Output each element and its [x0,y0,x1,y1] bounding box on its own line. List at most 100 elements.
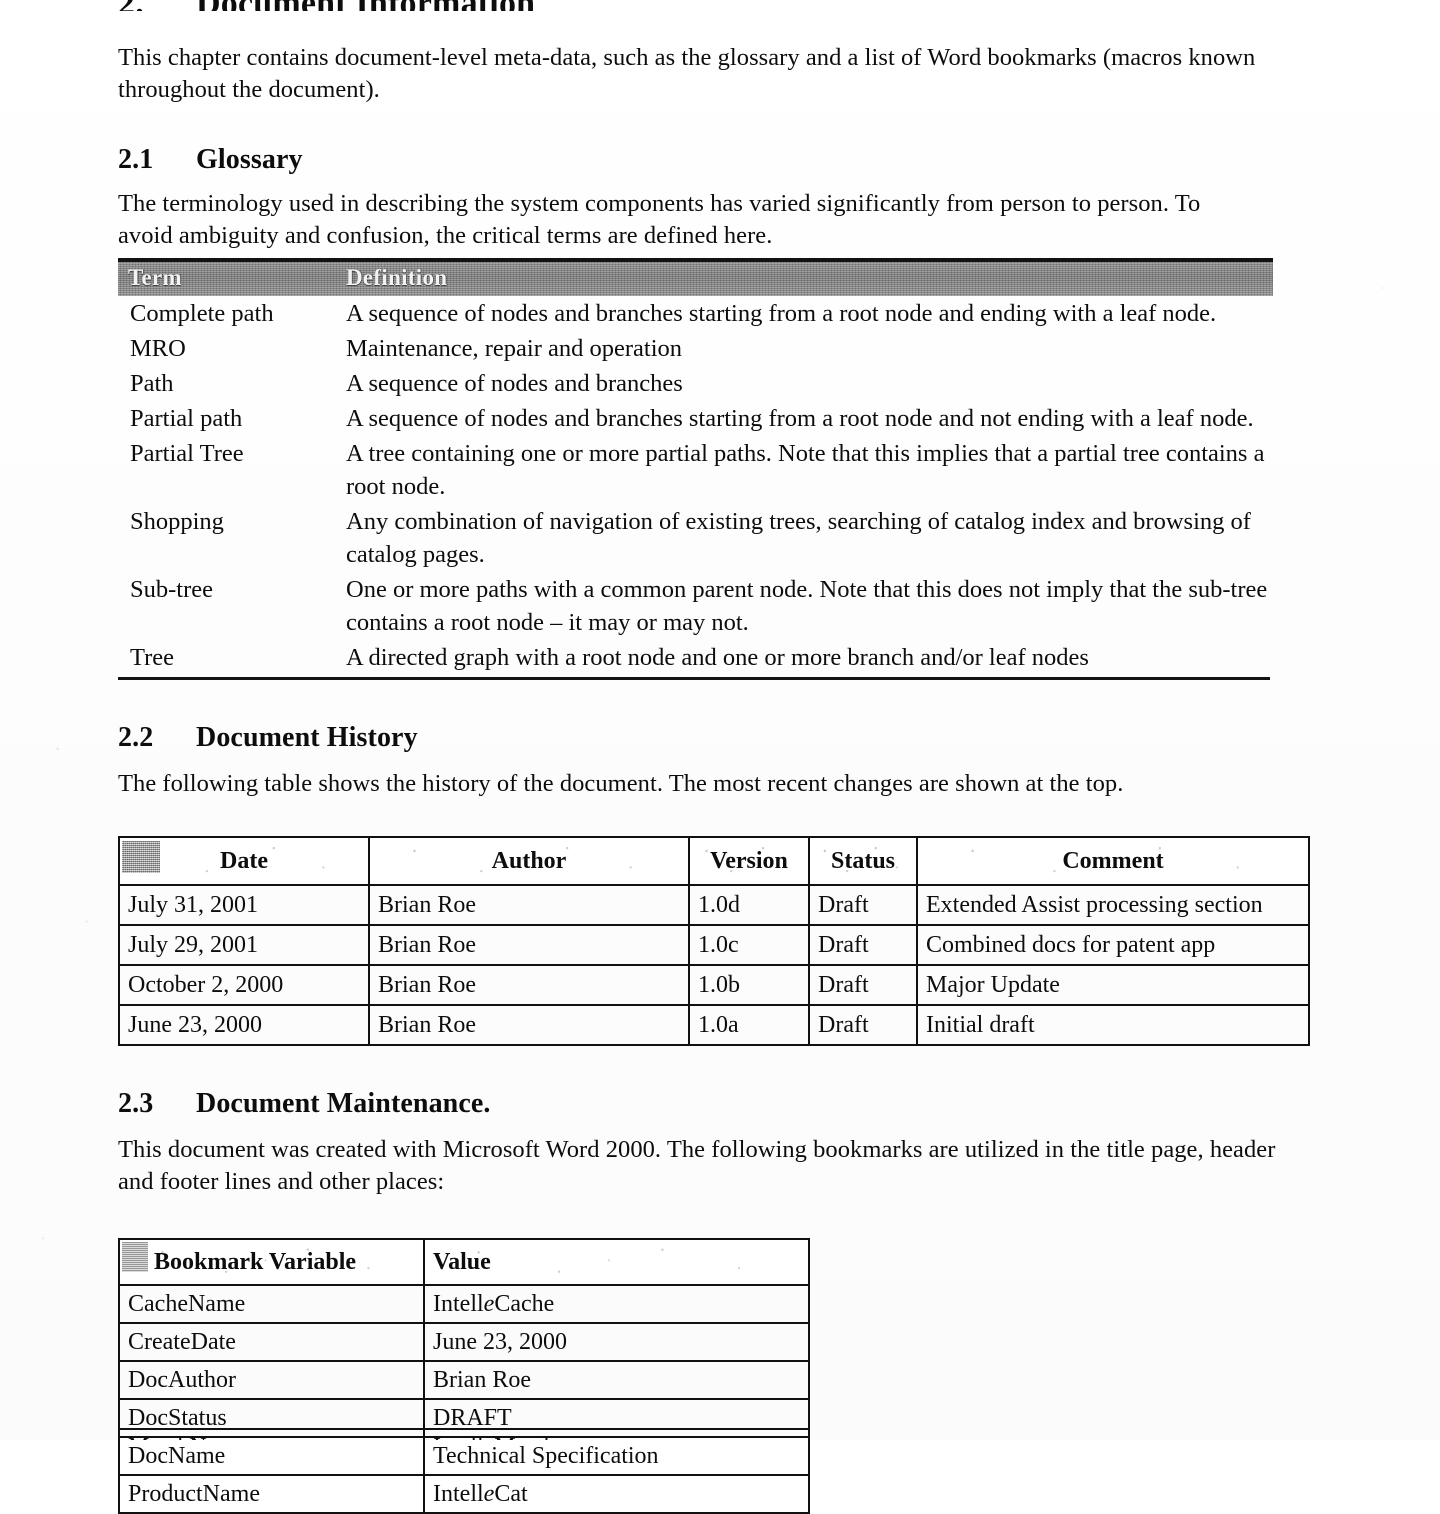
history-column-header-author: Author [368,836,690,886]
table-row: CreateDate June 23, 2000 [118,1322,810,1362]
history-cell-comment: Combined docs for patent app [916,924,1310,966]
value-prefix: June 23, 2000 [433,1329,567,1355]
history-cell-author: Brian Roe [368,964,690,1006]
glossary-heading: 2.1 Glossary [118,144,1318,176]
glossary-definition: A sequence of nodes and branches [346,370,683,397]
glossary-column-header-definition: Definition [346,265,448,290]
glossary-definition: A tree containing one or more partial pa… [346,440,1265,500]
glossary-definition: One or more paths with a common parent n… [346,576,1268,636]
history-column-header-date-label: Date [220,848,268,874]
maintenance-heading: 2.3 Document Maintenance. [118,1088,1318,1120]
history-cell-status: Draft [808,884,918,926]
history-cell-date: October 2, 2000 [118,964,370,1006]
table-row: DocName Technical Specification [118,1436,810,1476]
value-prefix: Intell [433,1291,484,1317]
bookmark-cell-variable: DocName [118,1436,425,1476]
history-section-number: 2.2 [118,722,154,753]
glossary-intro-paragraph: The terminology used in describing the s… [118,190,1201,249]
history-column-header-status: Status [808,836,918,886]
bookmark-cell-variable: DocAuthor [118,1360,425,1400]
glossary-term: Partial path [130,405,243,432]
history-cell-comment: Initial draft [916,1004,1310,1046]
glossary-definition: A directed graph with a root node and on… [346,644,1089,671]
bookmark-cell-value: Brian Roe [423,1360,810,1400]
history-cell-status: Draft [808,1004,918,1046]
history-cell-author: Brian Roe [368,1004,690,1046]
chapter-title: Document Information [196,0,535,11]
history-cell-date: June 23, 2000 [118,1004,370,1046]
history-column-header-comment: Comment [916,836,1310,886]
bookmark-cell-value: June 23, 2000 [423,1322,810,1362]
history-cell-version: 1.0c [688,924,810,966]
value-suffix: Cache [494,1291,555,1317]
history-cell-status: Draft [808,964,918,1006]
table-row: MatchName IntelleMatch [118,1428,808,1440]
table-row: Path A sequence of nodes and branches [118,366,1273,401]
value-prefix: Brian Roe [433,1367,531,1393]
history-column-header-date: Date [118,836,370,886]
history-cell-version: 1.0a [688,1004,810,1046]
table-row: MRO Maintenance, repair and operation [118,331,1273,366]
maintenance-section-number: 2.3 [118,1088,154,1119]
bookmark-column-header-value: Value [423,1238,810,1286]
table-row: DocAuthor Brian Roe [118,1360,810,1400]
bookmark-cell-value: IntelleCat [423,1474,810,1514]
page-content: 2.Document Information This chapter cont… [118,0,1318,1514]
history-cell-comment: Major Update [916,964,1310,1006]
value-italic-e: e [483,1291,495,1317]
history-cell-status: Draft [808,924,918,966]
table-row: Sub-tree One or more paths with a common… [118,572,1273,640]
bookmark-cell-variable: CacheName [118,1284,425,1324]
history-table-header-row: Date Author Version Status Comment [118,836,1310,886]
bookmark-cell-value: IntelleMatch [423,1428,808,1440]
history-heading: 2.2 Document History [118,722,1318,754]
glossary-term: MRO [130,335,186,362]
history-cell-date: July 31, 2001 [118,884,370,926]
bookmark-cell-value: Technical Specification [423,1436,810,1476]
chapter-number: 2. [118,0,196,11]
history-column-header-version: Version [688,836,810,886]
glossary-definition: A sequence of nodes and branches startin… [346,300,1217,327]
glossary-term: Path [130,370,174,397]
history-intro-paragraph: The following table shows the history of… [118,770,1124,797]
glossary-term: Sub-tree [130,576,213,603]
bookmark-variable-table: Bookmark Variable Value CacheName Intell… [118,1238,810,1514]
value-suffix: Cat [494,1481,528,1507]
chapter-intro-paragraph: This chapter contains document-level met… [118,44,1256,103]
glossary-table: Term Definition Complete path A sequence… [118,258,1318,680]
history-cell-version: 1.0b [688,964,810,1006]
table-row: June 23, 2000 Brian Roe 1.0a Draft Initi… [118,1004,1310,1046]
scan-artifact-block [122,841,160,873]
history-section-title: Document History [196,722,418,753]
glossary-section-title: Glossary [196,144,303,175]
glossary-section-number: 2.1 [118,144,154,175]
chapter-heading: 2.Document Information [118,0,1318,11]
table-row: October 2, 2000 Brian Roe 1.0b Draft Maj… [118,964,1310,1006]
glossary-column-header-term: Term [128,265,183,290]
value-prefix: Intell [433,1481,484,1507]
bookmark-table-clipped-row: MatchName IntelleMatch [118,1428,808,1440]
history-cell-author: Brian Roe [368,924,690,966]
table-row: Complete path A sequence of nodes and br… [118,296,1273,331]
maintenance-section-title: Document Maintenance. [196,1088,491,1119]
table-row: CacheName IntelleCache [118,1284,810,1324]
glossary-term: Partial Tree [130,440,244,467]
glossary-table-bottom-rule [118,677,1270,680]
glossary-table-header-row: Term Definition [118,258,1273,296]
history-cell-version: 1.0d [688,884,810,926]
value-prefix: Technical Specification [433,1443,659,1469]
bookmark-cell-variable: ProductName [118,1474,425,1514]
table-row: Partial Tree A tree containing one or mo… [118,436,1273,504]
glossary-definition: Maintenance, repair and operation [346,335,683,362]
glossary-term: Shopping [130,508,224,535]
bookmark-cell-value: IntelleCache [423,1284,810,1324]
bookmark-column-header-variable-label: Bookmark Variable [154,1249,357,1275]
table-row: Tree A directed graph with a root node a… [118,640,1273,675]
maintenance-intro-paragraph: This document was created with Microsoft… [118,1136,1276,1195]
table-row: ProductName IntelleCat [118,1474,810,1514]
history-cell-author: Brian Roe [368,884,690,926]
glossary-term: Complete path [130,300,274,327]
table-row: Partial path A sequence of nodes and bra… [118,401,1273,436]
bookmark-table-header-row: Bookmark Variable Value [118,1238,810,1286]
scan-artifact-block [122,1242,148,1272]
